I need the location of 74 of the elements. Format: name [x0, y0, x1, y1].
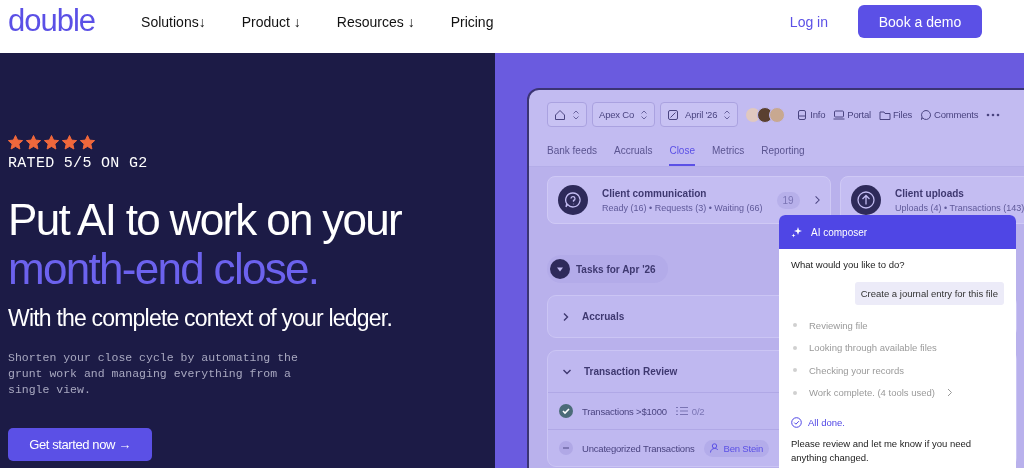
toolbar-link[interactable]: Files — [878, 108, 912, 121]
progress-step: Work complete. (4 tools used) — [809, 387, 935, 399]
headline: Put AI to work on your month-end close. — [8, 195, 403, 293]
toolbar-link[interactable]: Info — [796, 108, 826, 121]
question-bubble-icon — [558, 185, 588, 215]
task-label[interactable]: Transactions >$1000 — [582, 405, 667, 417]
composer-question: What would you like to do? — [791, 259, 906, 270]
star-icon — [26, 135, 41, 150]
card-subtitle: Uploads (4) • Transactions (143) — [895, 202, 1024, 213]
star-icon — [80, 135, 95, 150]
up-down-chevron-icon — [572, 108, 580, 121]
up-down-chevron-icon — [723, 108, 732, 121]
period-selector[interactable]: April '26 — [660, 102, 739, 127]
user-message: Create a journal entry for this file — [854, 282, 1004, 305]
folder-icon — [878, 108, 891, 121]
info-icon — [796, 108, 809, 121]
more-icon — [986, 112, 1001, 117]
login-link[interactable]: Log in — [789, 13, 828, 30]
description: Shorten your close cycle by automating the grunt work and managing everything from a single view. — [8, 350, 299, 398]
nav-link[interactable]: Solutions↓ — [141, 13, 206, 30]
up-down-chevron-icon — [640, 108, 649, 121]
step-dot — [793, 345, 797, 350]
tasks-filter[interactable]: Tasks for Apr '26 — [547, 255, 668, 283]
star-icon — [44, 135, 59, 150]
progress-step: Checking your records — [809, 364, 905, 376]
home-selector[interactable] — [547, 102, 587, 127]
upload-icon — [851, 185, 881, 215]
list-icon — [675, 406, 688, 416]
nav-link[interactable]: Product ↓ — [241, 13, 301, 30]
toolbar-link[interactable]: Portal — [833, 108, 871, 121]
nav-link[interactable]: Pricing — [450, 13, 494, 30]
count-badge: 19 — [776, 191, 800, 209]
monitor-icon — [833, 108, 846, 121]
tab[interactable]: Reporting — [761, 136, 805, 166]
progress-step: Looking through available files — [809, 342, 937, 354]
comment-icon — [920, 108, 932, 121]
tab[interactable]: Metrics — [712, 136, 745, 166]
avatar — [769, 106, 786, 123]
chevron-right-icon — [947, 388, 953, 398]
caret-down-icon — [550, 259, 570, 279]
summary-card[interactable]: Client communication Ready (16) • Requests (3) • Waiting (66) 19 — [547, 176, 831, 224]
step-dot — [793, 323, 797, 328]
toolbar-link[interactable]: Comments — [920, 108, 979, 121]
nav-link[interactable]: Resources ↓ — [336, 13, 415, 30]
card-title: Client communication — [602, 187, 708, 199]
calendar-icon — [667, 108, 680, 121]
rating-text: RATED 5/5 ON G2 — [8, 155, 149, 172]
tab[interactable]: Bank feeds — [547, 136, 598, 166]
assignee-tag: Ben Stein — [703, 439, 769, 457]
step-dot — [793, 368, 797, 373]
house-icon — [554, 108, 566, 121]
done-status: All done. — [808, 417, 845, 428]
section-title[interactable]: Accruals — [582, 311, 625, 322]
card-subtitle: Ready (16) • Requests (3) • Waiting (66) — [602, 202, 763, 213]
task-count: 0/2 — [691, 405, 705, 417]
chevron-right-icon — [813, 194, 820, 206]
section-title[interactable]: Transaction Review — [584, 366, 678, 377]
company-selector[interactable]: Apex Co — [592, 102, 656, 127]
check-circle-icon — [791, 417, 802, 428]
subheadline: With the complete context of your ledger. — [8, 305, 393, 332]
step-dot — [793, 390, 797, 395]
get-started-button[interactable]: Get started now → — [8, 428, 152, 461]
star-icon — [8, 135, 23, 150]
tab[interactable]: Accruals — [614, 136, 653, 166]
book-demo-button[interactable]: Book a demo — [858, 5, 982, 38]
sparkle-icon — [791, 226, 803, 238]
user-icon — [709, 443, 720, 453]
star-icon — [62, 135, 77, 150]
card-title: Client uploads — [895, 187, 965, 199]
composer-reply: Please review and let me know if you need anything changed. — [791, 437, 973, 465]
composer-title: AI composer — [811, 226, 868, 238]
progress-step: Reviewing file — [809, 319, 868, 331]
logo[interactable]: double — [8, 2, 96, 39]
task-label[interactable]: Uncategorized Transactions — [582, 442, 695, 454]
